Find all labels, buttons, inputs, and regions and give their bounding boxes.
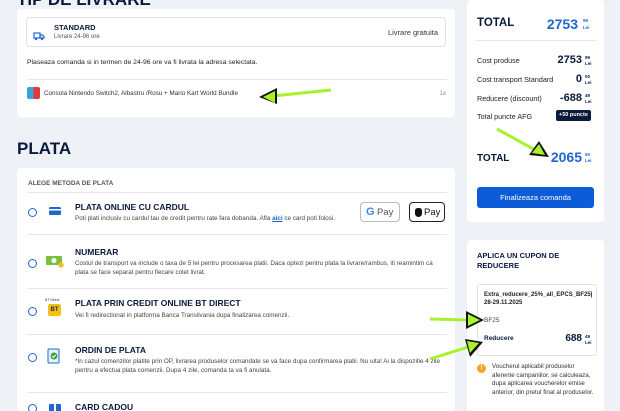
cash-payment-radio[interactable] — [28, 259, 37, 268]
points-badge: +50 puncte — [556, 110, 591, 121]
cost-products-label: Cost produse — [477, 56, 520, 65]
option-divider-2 — [27, 288, 447, 289]
coupon-discount-value: 688 — [565, 333, 582, 344]
apple-pay-label: Pay — [424, 207, 441, 218]
google-pay-label: Pay — [377, 207, 394, 218]
coupon-box[interactable]: Extra_reducere_25%_all_EPCS_BF25|28-29.1… — [477, 284, 597, 356]
delivery-method-time: Livrare 24-96 ore — [54, 34, 100, 40]
bt-credit-desc: Vei fi redirectionat in platforma Banca … — [75, 312, 290, 319]
cash-icon — [45, 254, 65, 273]
cost-products-value: 2753 — [557, 54, 582, 66]
summary-total-value: 2753 — [546, 16, 578, 32]
cost-transport-currency: Lei — [585, 80, 592, 85]
card-payment-radio[interactable] — [28, 208, 37, 217]
final-total-currency: Lei — [585, 158, 592, 163]
arrow-annotation-coupon-discount — [429, 339, 483, 361]
coupon-discount-currency: Lei — [585, 340, 592, 345]
coupon-discount-label: Reducere — [484, 335, 514, 342]
payment-order-title: ORDIN DE PLATA — [75, 345, 146, 355]
payment-subtitle-divider — [27, 192, 447, 193]
final-total-decimals: 50 — [585, 152, 591, 157]
summary-top-divider — [475, 40, 596, 41]
cost-products-decimals: 99 — [585, 55, 591, 60]
card-icon — [48, 204, 62, 222]
google-pay-badge[interactable]: G Pay — [360, 202, 400, 222]
final-total-value: 2065 — [550, 149, 582, 165]
delivery-card: STANDARD Livrare 24-96 ore Livrare gratu… — [17, 9, 455, 117]
cash-payment-desc: Costul de transport va include o taxa de… — [75, 260, 433, 276]
delivery-method-price: Livrare gratuita — [387, 28, 438, 37]
apple-icon — [415, 208, 422, 217]
discount-value: -688 — [559, 92, 582, 104]
gift-card-radio[interactable] — [28, 404, 37, 411]
coupon-title: APLICA UN CUPON DE REDUCERE — [477, 251, 560, 270]
bt-logo-caption: BT Direct — [45, 298, 60, 302]
warning-icon: ! — [477, 364, 486, 373]
bt-credit-title: PLATA PRIN CREDIT ONLINE BT DIRECT — [75, 298, 241, 308]
delivery-method-box[interactable]: STANDARD Livrare 24-96 ore Livrare gratu… — [26, 17, 446, 47]
payment-card: ALEGE METODA DE PLATA PLATA ONLINE CU CA… — [17, 168, 455, 411]
card-info-link[interactable]: aici — [272, 215, 283, 222]
product-name[interactable]: Consola Nintendo Switch2, Albastru /Rosu… — [44, 90, 238, 97]
cost-transport-decimals: 00 — [585, 74, 591, 79]
gift-card-icon — [48, 400, 62, 411]
payment-order-icon — [47, 348, 61, 369]
finalize-order-button[interactable]: Finalizeaza comanda — [477, 187, 594, 208]
payment-order-radio[interactable] — [28, 353, 37, 362]
delivery-info: Plaseaza comanda si in termen de 24-96 o… — [27, 59, 258, 66]
cost-products-currency: Lei — [585, 61, 592, 66]
option-divider-4 — [27, 392, 447, 393]
bt-credit-radio[interactable] — [28, 307, 37, 316]
product-thumbnail — [27, 87, 40, 99]
arrow-annotation-coupon-code — [429, 311, 484, 329]
coupon-discount-decimals: 49 — [585, 334, 591, 339]
delivery-method-name: STANDARD — [54, 23, 96, 32]
coupon-card: APLICA UN CUPON DE REDUCERE Extra_reduce… — [467, 240, 604, 411]
cost-transport-value: 0 — [575, 73, 582, 85]
coupon-code: Extra_reducere_25%_all_EPCS_BF25|28-29.1… — [484, 292, 593, 306]
summary-total-currency: Lei — [583, 25, 590, 30]
delivery-divider — [27, 79, 447, 80]
coupon-code-short: BF25 — [484, 317, 500, 324]
coupon-notice: Voucherul aplicabil produselor aferente … — [492, 363, 594, 396]
card-payment-desc-text: Poti plati inclusiv cu cardul tau de cre… — [75, 215, 273, 222]
summary-total-decimals: 99 — [583, 18, 589, 23]
google-g-icon: G — [366, 206, 375, 218]
product-qty: 1x — [439, 90, 446, 97]
card-payment-desc: Poti plati inclusiv cu cardul tau de cre… — [75, 214, 365, 223]
order-summary-card: TOTAL 2753 99 Lei Cost produse 2753 99 L… — [467, 0, 604, 222]
gift-card-title: CARD CADOU — [75, 402, 134, 411]
arrow-annotation-total — [496, 127, 549, 157]
payment-order-desc: *In cazul comenzilor platite prin OP, li… — [75, 358, 440, 374]
discount-currency: Lei — [585, 99, 592, 104]
card-payment-desc-end: ce card poti folosi. — [282, 215, 336, 222]
arrow-annotation-product — [259, 88, 332, 104]
cash-payment-title: NUMERAR — [75, 247, 119, 257]
discount-label: Reducere (discount) — [477, 94, 542, 103]
discount-decimals: 49 — [585, 93, 591, 98]
bt-direct-logo: BT Direct BT — [45, 298, 65, 318]
cost-transport-label: Cost transport Standard — [477, 75, 554, 84]
option-divider-1 — [27, 234, 447, 235]
truck-icon — [33, 28, 45, 46]
summary-total-label: TOTAL — [477, 17, 515, 29]
option-divider-3 — [27, 334, 447, 335]
points-label: Total puncte AFG — [477, 112, 533, 121]
payment-subtitle: ALEGE METODA DE PLATA — [28, 180, 114, 187]
apple-pay-badge[interactable]: Pay — [409, 202, 445, 222]
payment-section-title: PLATA — [17, 139, 72, 158]
card-payment-title: PLATA ONLINE CU CARDUL — [75, 202, 190, 212]
bt-logo-mark: BT — [48, 304, 61, 316]
